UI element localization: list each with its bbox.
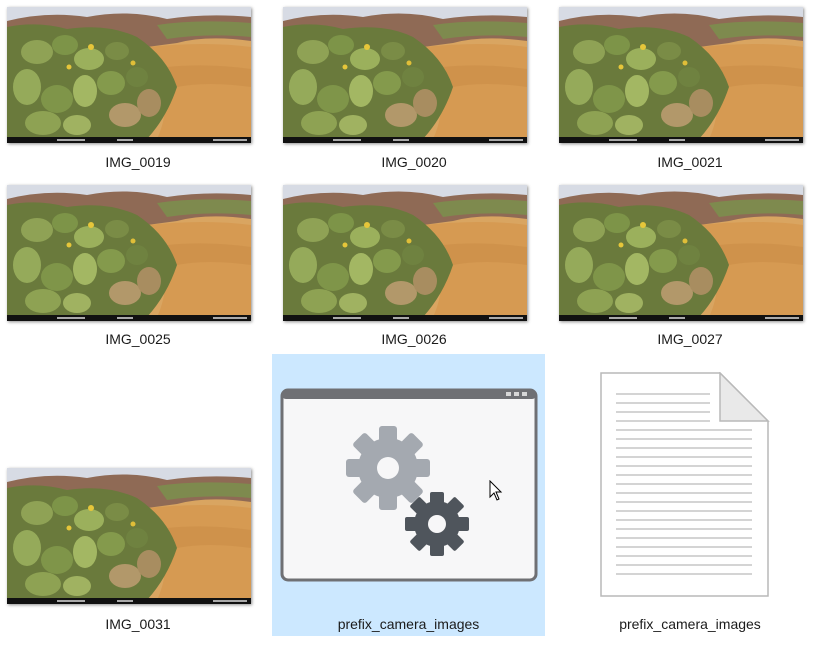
image-thumbnail[interactable]	[7, 468, 251, 604]
file-name-label: IMG_0019	[105, 154, 171, 170]
file-tile-img-0026[interactable]: IMG_0026	[276, 178, 552, 354]
image-thumbnail[interactable]	[283, 185, 527, 321]
file-name-label: prefix_camera_images	[337, 616, 480, 632]
image-thumbnail[interactable]	[7, 7, 251, 143]
file-name-label: IMG_0027	[657, 331, 723, 347]
mouse-cursor-icon	[489, 479, 503, 507]
file-name-label: prefix_camera_images	[619, 616, 761, 632]
file-tile-img-0025[interactable]: IMG_0025	[0, 178, 276, 354]
image-thumbnail[interactable]	[7, 185, 251, 321]
file-tile-img-0020[interactable]: IMG_0020	[276, 0, 552, 178]
file-tile-prefix-camera-images-doc[interactable]: prefix_camera_images	[552, 354, 814, 636]
file-name-label: IMG_0031	[105, 616, 171, 632]
file-name-label: IMG_0021	[657, 154, 723, 170]
file-tile-prefix-camera-images-app[interactable]: prefix_camera_images	[272, 354, 545, 636]
file-name-label: IMG_0026	[381, 331, 447, 347]
image-thumbnail[interactable]	[559, 7, 803, 143]
file-tile-img-0027[interactable]: IMG_0027	[552, 178, 814, 354]
text-document-icon	[600, 372, 770, 598]
image-thumbnail[interactable]	[559, 185, 803, 321]
file-tile-img-0021[interactable]: IMG_0021	[552, 0, 814, 178]
file-tile-img-0019[interactable]: IMG_0019	[0, 0, 276, 178]
image-thumbnail[interactable]	[283, 7, 527, 143]
file-tile-img-0031[interactable]: IMG_0031	[0, 354, 276, 636]
file-name-label: IMG_0025	[105, 331, 171, 347]
file-name-label: IMG_0020	[381, 154, 447, 170]
